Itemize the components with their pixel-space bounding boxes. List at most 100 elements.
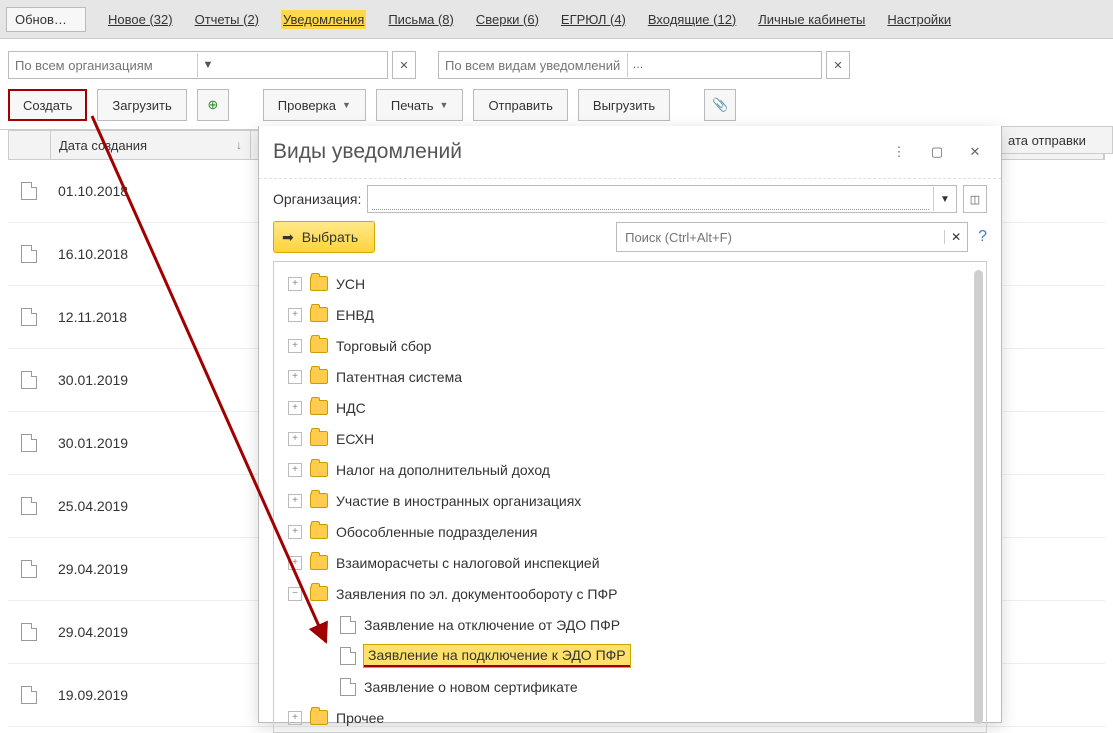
cell-date: 12.11.2018 (50, 309, 258, 325)
tree-folder[interactable]: Прочее (274, 702, 986, 733)
folder-icon (310, 586, 328, 601)
tree-folder[interactable]: Торговый сбор (274, 330, 986, 361)
org-label: Организация: (273, 191, 361, 207)
tree-folder[interactable]: Взаиморасчеты с налоговой инспекцией (274, 547, 986, 578)
scrollbar-thumb[interactable] (974, 270, 983, 724)
tree-label: Патентная система (336, 369, 462, 385)
org-popup-button[interactable]: ◫ (963, 185, 987, 213)
folder-icon (310, 710, 328, 725)
add-file-button[interactable]: ⊕ (197, 89, 229, 121)
folder-icon (310, 431, 328, 446)
tab-notifications[interactable]: Уведомления (281, 10, 366, 29)
folder-icon (310, 524, 328, 539)
tree-folder[interactable]: Обособленные подразделения (274, 516, 986, 547)
expand-icon[interactable] (288, 308, 302, 322)
chevron-down-icon: ▼ (440, 100, 449, 110)
org-filter-clear[interactable]: ✕ (392, 51, 416, 79)
create-button[interactable]: Создать (8, 89, 87, 121)
cell-date: 30.01.2019 (50, 435, 258, 451)
type-filter-clear[interactable]: ✕ (826, 51, 850, 79)
expand-icon[interactable] (288, 277, 302, 291)
tree-folder[interactable]: УСН (274, 268, 986, 299)
col-sent-date[interactable]: ата отправки (1000, 126, 1113, 154)
tree-label: Взаиморасчеты с налоговой инспекцией (336, 555, 600, 571)
tree-folder[interactable]: Участие в иностранных организациях (274, 485, 986, 516)
send-button[interactable]: Отправить (473, 89, 567, 121)
create-label: Создать (23, 98, 72, 113)
org-filter-input[interactable] (9, 58, 197, 73)
send-label: Отправить (488, 98, 552, 113)
select-label: Выбрать (302, 229, 358, 245)
org-filter[interactable]: ▼ (8, 51, 388, 79)
sort-down-icon: ↓ (236, 138, 242, 152)
tree-item[interactable]: Заявление на подключение к ЭДО ПФР (274, 640, 986, 671)
tree-folder[interactable]: Патентная система (274, 361, 986, 392)
collapse-icon[interactable] (288, 587, 302, 601)
print-button[interactable]: Печать ▼ (376, 89, 464, 121)
load-button[interactable]: Загрузить (97, 89, 186, 121)
tab-letters[interactable]: Письма (8) (388, 12, 454, 27)
tree-folder[interactable]: НДС (274, 392, 986, 423)
attach-button[interactable]: 📎 (704, 89, 736, 121)
help-icon[interactable]: ? (978, 228, 987, 246)
export-button[interactable]: Выгрузить (578, 89, 670, 121)
ellipsis-icon[interactable]: … (627, 53, 648, 77)
more-icon[interactable]: ⋮ (889, 142, 909, 162)
document-icon (340, 647, 356, 665)
tree-folder[interactable]: ЕСХН (274, 423, 986, 454)
close-icon[interactable]: ✕ (965, 142, 985, 162)
tree-label: Участие в иностранных организациях (336, 493, 581, 509)
tree-item[interactable]: Заявление о новом сертификате (274, 671, 986, 702)
tab-new[interactable]: Новое (32) (108, 12, 173, 27)
tree-label: Обособленные подразделения (336, 524, 538, 540)
check-button[interactable]: Проверка▼ (263, 89, 366, 121)
tree-label: УСН (336, 276, 365, 292)
org-combo[interactable]: ▼ (367, 185, 957, 213)
dialog-header: Виды уведомлений ⋮ ▢ ✕ (259, 126, 1001, 179)
search-field[interactable]: ✕ (616, 222, 968, 252)
tab-sverki[interactable]: Сверки (6) (476, 12, 539, 27)
document-icon (21, 308, 37, 326)
search-input[interactable] (617, 230, 944, 245)
expand-icon[interactable] (288, 556, 302, 570)
document-icon (21, 623, 37, 641)
check-label: Проверка (278, 98, 336, 113)
tree-label: Прочее (336, 710, 384, 726)
type-filter[interactable]: … (438, 51, 822, 79)
tab-egrul[interactable]: ЕГРЮЛ (4) (561, 12, 626, 27)
tree-label: Заявление на отключение от ЭДО ПФР (364, 617, 620, 633)
cell-date: 19.09.2019 (50, 687, 258, 703)
tab-cabinets[interactable]: Личные кабинеты (758, 12, 865, 27)
print-label: Печать (391, 98, 434, 113)
document-icon (340, 678, 356, 696)
tree-folder[interactable]: Заявления по эл. документообороту с ПФР (274, 578, 986, 609)
tree-folder[interactable]: Налог на дополнительный доход (274, 454, 986, 485)
tab-settings[interactable]: Настройки (887, 12, 951, 27)
select-icon: ➡ (282, 229, 294, 246)
expand-icon[interactable] (288, 432, 302, 446)
tree-label: ЕНВД (336, 307, 374, 323)
search-clear[interactable]: ✕ (944, 230, 967, 244)
tab-reports[interactable]: Отчеты (2) (195, 12, 259, 27)
expand-icon[interactable] (288, 370, 302, 384)
expand-icon[interactable] (288, 463, 302, 477)
maximize-icon[interactable]: ▢ (927, 142, 947, 162)
tree-label: Налог на дополнительный доход (336, 462, 550, 478)
tree-item[interactable]: Заявление на отключение от ЭДО ПФР (274, 609, 986, 640)
document-icon (21, 434, 37, 452)
type-filter-input[interactable] (439, 58, 627, 73)
expand-icon[interactable] (288, 525, 302, 539)
expand-icon[interactable] (288, 711, 302, 725)
select-button[interactable]: ➡ Выбрать (273, 221, 375, 253)
tree-label: ЕСХН (336, 431, 374, 447)
expand-icon[interactable] (288, 401, 302, 415)
expand-icon[interactable] (288, 339, 302, 353)
tab-incoming[interactable]: Входящие (12) (648, 12, 736, 27)
tree-folder[interactable]: ЕНВД (274, 299, 986, 330)
chevron-down-icon[interactable]: ▼ (933, 187, 956, 211)
refresh-button[interactable]: Обнов… (6, 7, 86, 32)
cell-date: 29.04.2019 (50, 561, 258, 577)
col-date[interactable]: Дата создания ↓ (51, 131, 251, 159)
chevron-down-icon[interactable]: ▼ (197, 53, 218, 77)
expand-icon[interactable] (288, 494, 302, 508)
